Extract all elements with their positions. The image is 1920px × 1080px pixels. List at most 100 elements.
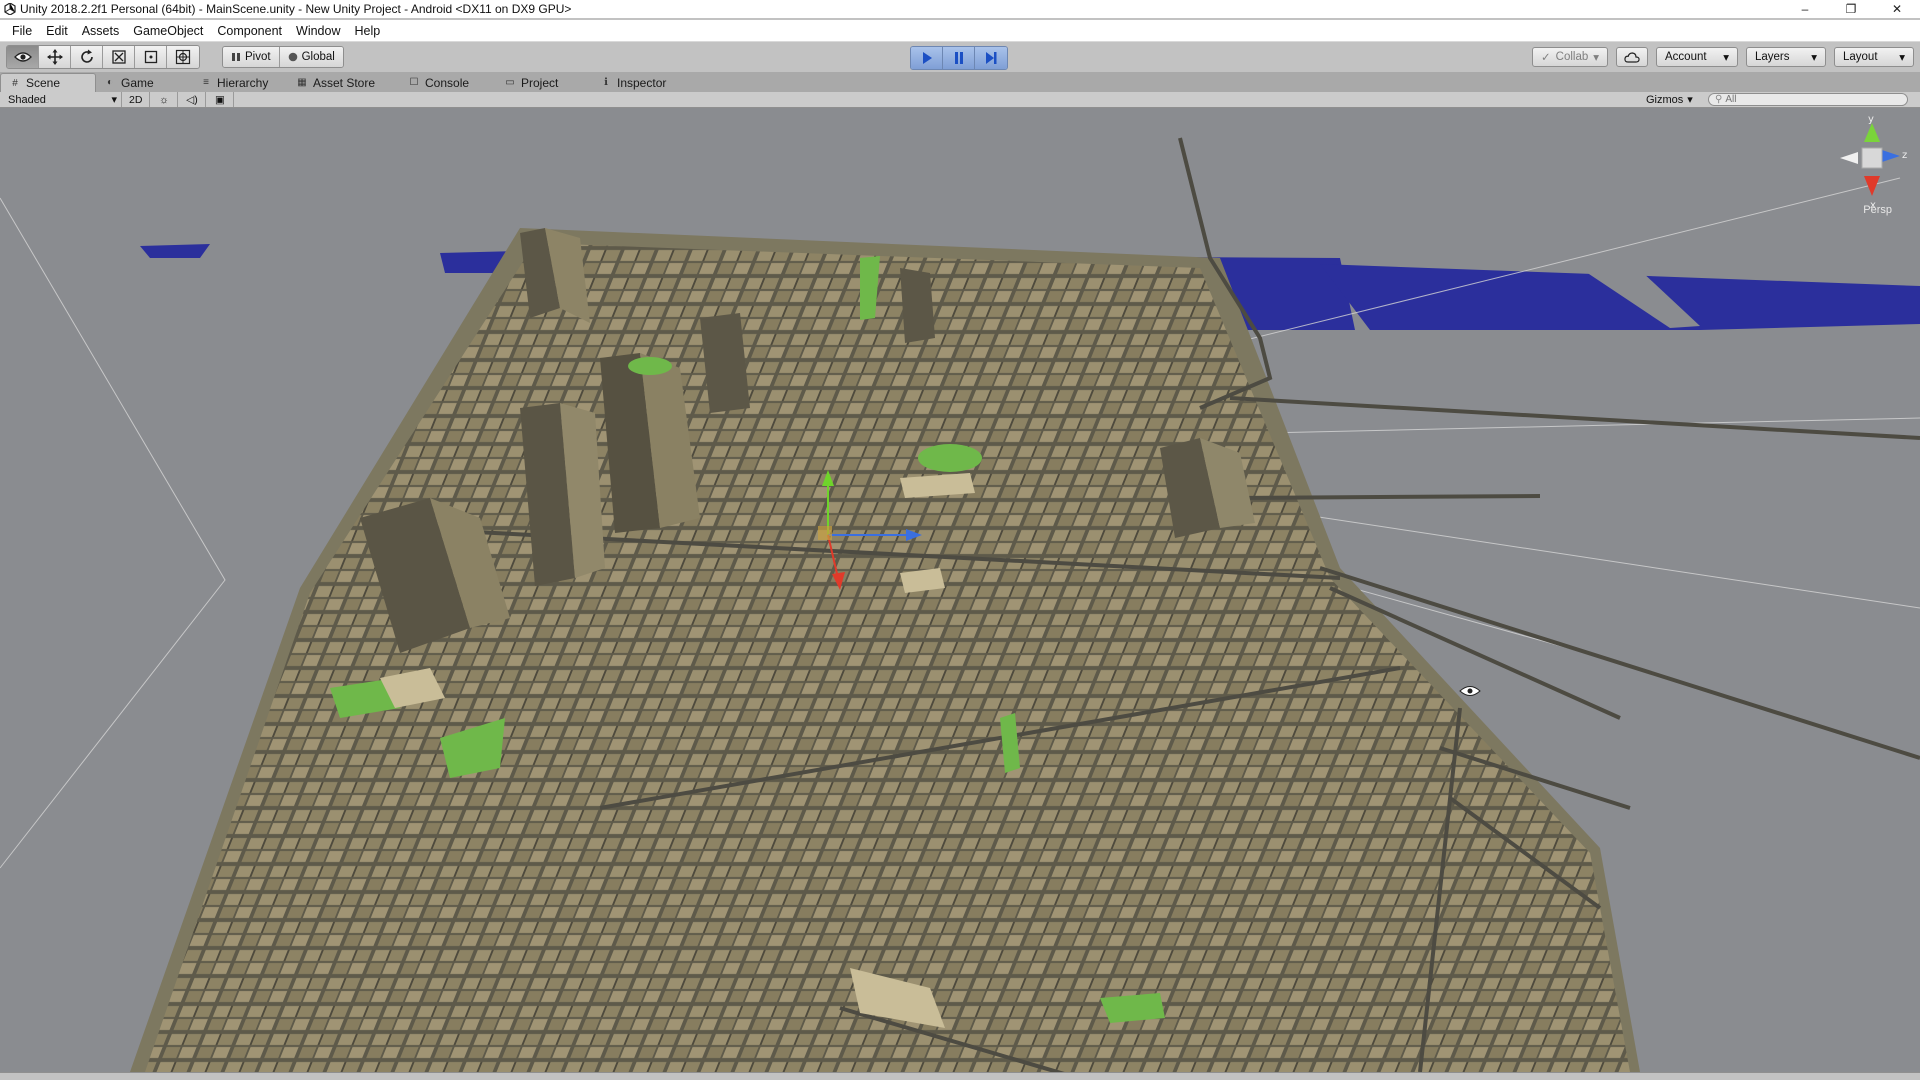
console-icon: ☐ (409, 77, 419, 88)
tab-hierarchy[interactable]: ≡ Hierarchy (192, 73, 288, 92)
unity-logo-icon (4, 3, 16, 15)
tab-scene-label: Scene (26, 76, 61, 90)
collab-label: Collab (1555, 51, 1589, 63)
gizmos-dropdown[interactable]: Gizmos ▾ (1646, 92, 1693, 107)
scale-icon (111, 50, 126, 64)
move-arrows-icon (46, 49, 63, 65)
menu-file[interactable]: File (6, 24, 40, 38)
main-toolbar: Pivot Global ✓ Collab ▾ Account ▾ Layers… (0, 42, 1920, 72)
tab-inspector-label: Inspector (617, 75, 667, 90)
lighting-toggle[interactable]: ☼ (150, 92, 179, 107)
chevron-down-icon: ▾ (111, 94, 117, 106)
editor-tab-strip: # Scene ◐ Game ≡ Hierarchy ▦ Asset Store… (0, 72, 1920, 92)
gizmos-label: Gizmos (1646, 93, 1684, 106)
scene-viewport-render: y z x (0, 114, 1920, 1072)
tab-asset-store-label: Asset Store (313, 75, 376, 90)
tab-game[interactable]: ◐ Game (96, 73, 192, 92)
chevron-down-icon: ▾ (1687, 94, 1693, 106)
scale-tool-button[interactable] (103, 46, 135, 68)
tab-scene[interactable]: # Scene (0, 73, 96, 92)
pause-icon (954, 52, 963, 64)
chevron-down-icon: ▾ (1723, 52, 1729, 64)
title-bar: Unity 2018.2.2f1 Personal (64bit) - Main… (0, 0, 1920, 18)
services-button[interactable] (1616, 47, 1648, 67)
unity-editor-window: Unity 2018.2.2f1 Personal (64bit) - Main… (0, 0, 1920, 1080)
menu-bar: File Edit Assets GameObject Component Wi… (0, 20, 1920, 42)
draw-mode-label: Shaded (8, 93, 46, 106)
scene-search-input[interactable] (1725, 94, 1896, 105)
gizmo-axis-z: z (1902, 150, 1907, 161)
move-tool-button[interactable] (39, 46, 71, 68)
minimize-button[interactable]: – (1782, 0, 1828, 18)
tab-inspector[interactable]: ℹ Inspector (592, 73, 688, 92)
pivot-icon (232, 53, 240, 61)
layers-label: Layers (1755, 51, 1790, 63)
scene-search-field[interactable]: ⚲ (1708, 93, 1908, 106)
rotate-icon (80, 49, 93, 63)
account-label: Account (1665, 51, 1707, 63)
toggle-2d-label: 2D (129, 93, 143, 106)
tab-console-label: Console (425, 75, 470, 90)
pause-button[interactable] (943, 47, 975, 69)
global-button[interactable]: Global (279, 47, 343, 67)
rect-icon (144, 50, 157, 64)
check-icon: ✓ (1541, 52, 1551, 64)
status-bar (0, 1072, 1920, 1080)
layers-dropdown[interactable]: Layers ▾ (1746, 47, 1826, 67)
play-icon (922, 52, 932, 64)
audio-toggle[interactable]: ◁) (178, 92, 207, 107)
global-label: Global (301, 51, 335, 63)
scene-view[interactable]: y z x Persp (0, 108, 1920, 1072)
close-button[interactable]: ✕ (1874, 0, 1920, 18)
menu-component[interactable]: Component (211, 24, 290, 38)
menu-assets[interactable]: Assets (76, 24, 128, 38)
gizmo-axis-y: y (1868, 114, 1874, 125)
rotate-tool-button[interactable] (71, 46, 103, 68)
chevron-down-icon: ▾ (1811, 52, 1817, 64)
step-icon (986, 52, 997, 64)
search-icon: ⚲ (1715, 94, 1723, 105)
account-dropdown[interactable]: Account ▾ (1656, 47, 1738, 67)
rect-tool-button[interactable] (135, 46, 167, 68)
toggle-2d-button[interactable]: 2D (122, 92, 151, 107)
transform-tools (6, 45, 200, 69)
layout-label: Layout (1843, 51, 1878, 63)
globe-icon (288, 52, 297, 62)
sun-icon: ☼ (159, 93, 169, 106)
speaker-icon: ◁) (186, 93, 198, 106)
transform-icon (175, 49, 191, 65)
tab-project[interactable]: ▭ Project (496, 73, 592, 92)
chevron-down-icon: ▾ (1899, 52, 1905, 64)
inspector-icon: ℹ (604, 77, 608, 88)
tab-asset-store[interactable]: ▦ Asset Store (288, 73, 400, 92)
game-icon: ◐ (106, 77, 114, 88)
menu-window[interactable]: Window (290, 24, 348, 38)
project-icon: ▭ (505, 77, 515, 88)
layout-dropdown[interactable]: Layout ▾ (1834, 47, 1914, 67)
asset-store-icon: ▦ (297, 77, 307, 88)
tab-project-label: Project (521, 75, 559, 90)
scene-orientation-gizmo[interactable]: y z x (1840, 114, 1907, 211)
collab-dropdown[interactable]: ✓ Collab ▾ (1532, 47, 1608, 67)
play-button[interactable] (911, 47, 943, 69)
tab-hierarchy-label: Hierarchy (217, 75, 269, 90)
restore-button[interactable]: ❐ (1828, 0, 1874, 18)
toolbar-right: ✓ Collab ▾ Account ▾ Layers ▾ Layout ▾ (1532, 47, 1914, 67)
playmode-controls (910, 46, 1008, 70)
effects-dropdown[interactable]: ▣ (206, 92, 235, 107)
pivot-button[interactable]: Pivot (223, 47, 280, 67)
draw-mode-dropdown[interactable]: Shaded ▾ (0, 92, 122, 107)
scene-icon: # (12, 77, 18, 89)
menu-gameobject[interactable]: GameObject (127, 24, 211, 38)
hierarchy-icon: ≡ (203, 77, 209, 88)
projection-label[interactable]: Persp (1863, 204, 1892, 216)
cloud-icon (1624, 51, 1640, 63)
scene-toolbar: Shaded ▾ 2D ☼ ◁) ▣ Gizmos ▾ ⚲ (0, 92, 1920, 108)
hand-tool-button[interactable] (7, 46, 39, 68)
transform-tool-button[interactable] (167, 46, 199, 68)
pivot-label: Pivot (245, 51, 271, 63)
step-button[interactable] (975, 47, 1007, 69)
menu-edit[interactable]: Edit (40, 24, 76, 38)
tab-console[interactable]: ☐ Console (400, 73, 496, 92)
menu-help[interactable]: Help (348, 24, 388, 38)
